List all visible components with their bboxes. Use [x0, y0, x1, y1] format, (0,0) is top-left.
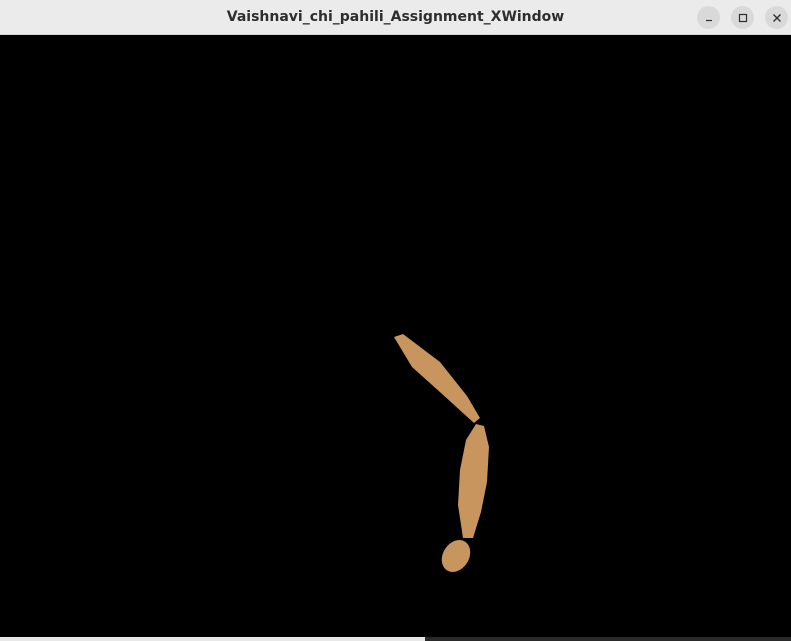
minimize-button[interactable] — [697, 6, 720, 29]
app-window: Vaishnavi_chi_pahili_Assignment_XWindow — [0, 0, 791, 641]
bottom-edge-light — [0, 637, 425, 641]
drawing-canvas[interactable] — [0, 35, 791, 637]
window-title: Vaishnavi_chi_pahili_Assignment_XWindow — [226, 9, 565, 25]
close-icon — [772, 13, 782, 23]
middle-segment-shape — [458, 424, 489, 538]
bottom-edge — [0, 637, 791, 641]
maximize-button[interactable] — [731, 6, 754, 29]
drawing-surface — [394, 334, 489, 572]
close-button[interactable] — [765, 6, 788, 29]
upper-segment-shape — [394, 334, 480, 423]
lower-oval-shape — [441, 540, 471, 572]
minimize-icon — [704, 13, 714, 23]
maximize-icon — [738, 13, 748, 23]
title-bar[interactable]: Vaishnavi_chi_pahili_Assignment_XWindow — [0, 0, 791, 35]
